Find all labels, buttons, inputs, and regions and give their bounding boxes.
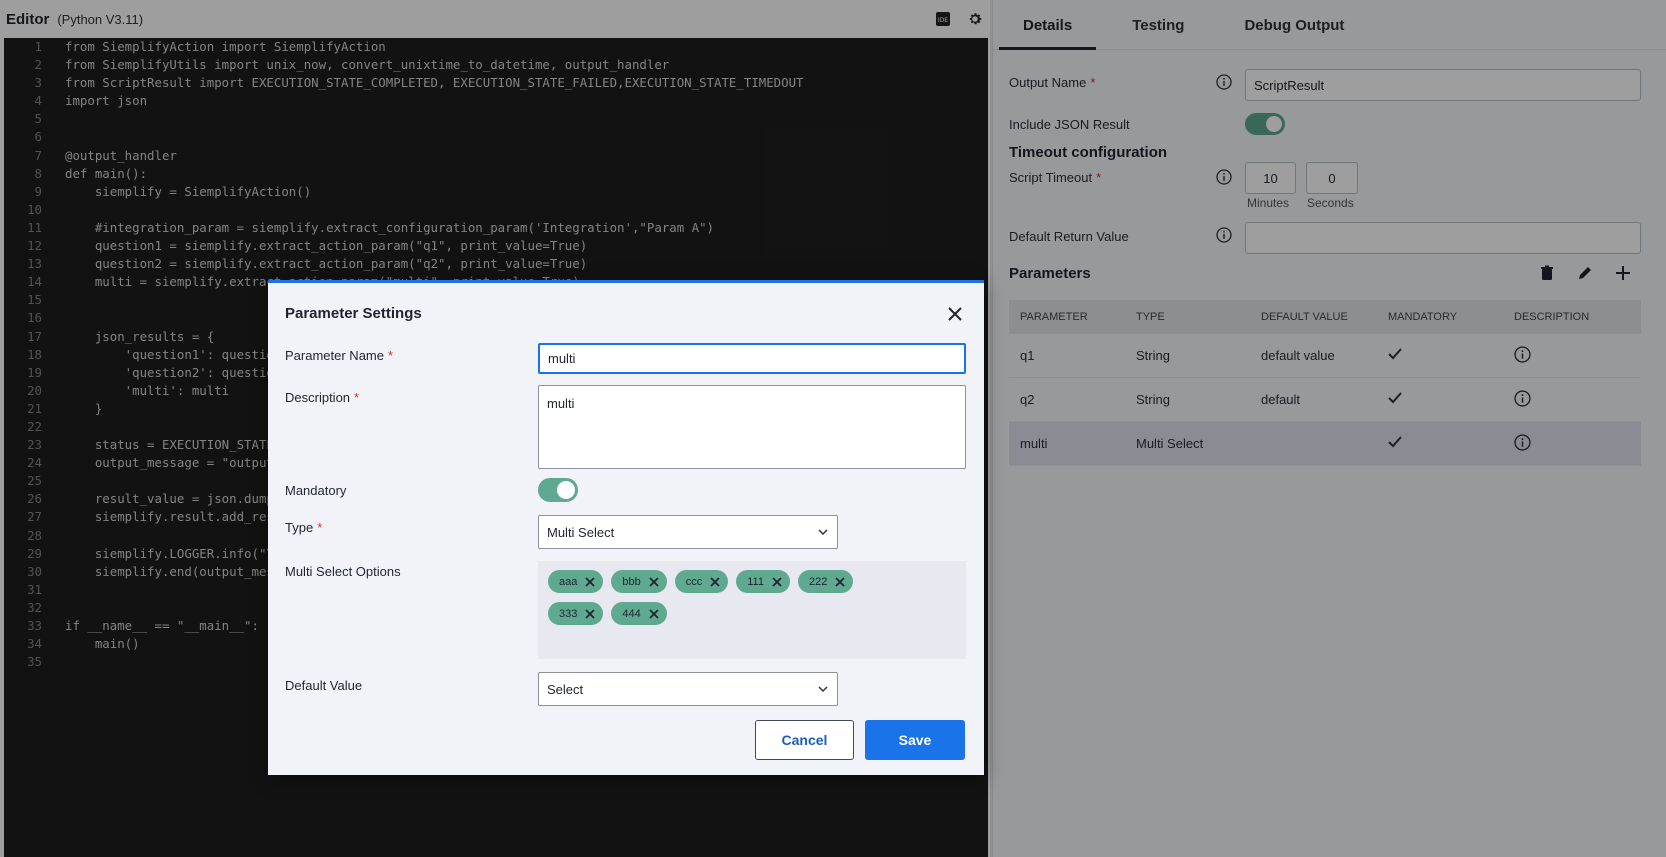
option-chip: 111: [736, 570, 790, 593]
cancel-button[interactable]: Cancel: [755, 720, 854, 760]
remove-chip-icon[interactable]: [585, 608, 595, 619]
option-chip-label: bbb: [622, 575, 641, 588]
option-chip: aaa: [548, 570, 604, 593]
type-select[interactable]: Multi Select: [538, 515, 838, 549]
default-value-select-value: Select: [547, 681, 584, 697]
parameter-name-input[interactable]: multi: [538, 343, 966, 374]
option-chip: ccc: [674, 570, 729, 593]
mandatory-toggle[interactable]: [538, 478, 578, 502]
type-label: Type *: [285, 520, 323, 535]
chevron-down-icon: [818, 529, 828, 536]
default-value-select[interactable]: Select: [538, 672, 838, 706]
option-chip-label: 333: [559, 607, 578, 620]
parameter-name-label: Parameter Name *: [285, 348, 394, 363]
option-chip: 222: [797, 570, 854, 593]
option-chip-label: aaa: [559, 575, 578, 588]
option-chip-label: 444: [622, 607, 641, 620]
default-value-label: Default Value: [285, 678, 363, 693]
parameter-settings-dialog: Parameter Settings Parameter Name * multi…: [268, 280, 984, 775]
close-icon[interactable]: [946, 305, 964, 323]
remove-chip-icon[interactable]: [772, 576, 782, 587]
option-chip: 444: [611, 602, 667, 625]
option-chip: 333: [548, 602, 604, 625]
save-button[interactable]: Save: [865, 720, 965, 760]
multi-select-options-box[interactable]: aaa bbb ccc 111 222 333 444: [538, 561, 966, 659]
option-chip-label: ccc: [685, 575, 703, 588]
option-chip-label: 111: [747, 575, 764, 588]
option-chip-label: 222: [808, 575, 828, 588]
remove-chip-icon[interactable]: [649, 608, 659, 619]
description-textarea[interactable]: multi: [538, 385, 966, 469]
chevron-down-icon: [818, 686, 828, 693]
option-chip: bbb: [611, 570, 667, 593]
dialog-title: Parameter Settings: [285, 305, 422, 322]
remove-chip-icon[interactable]: [835, 576, 845, 587]
remove-chip-icon[interactable]: [649, 576, 659, 587]
description-label: Description *: [285, 390, 360, 405]
type-select-value: Multi Select: [547, 524, 615, 540]
remove-chip-icon[interactable]: [710, 576, 720, 587]
remove-chip-icon[interactable]: [585, 576, 595, 587]
mandatory-label: Mandatory: [285, 483, 347, 498]
multi-select-options-label: Multi Select Options: [285, 564, 401, 579]
